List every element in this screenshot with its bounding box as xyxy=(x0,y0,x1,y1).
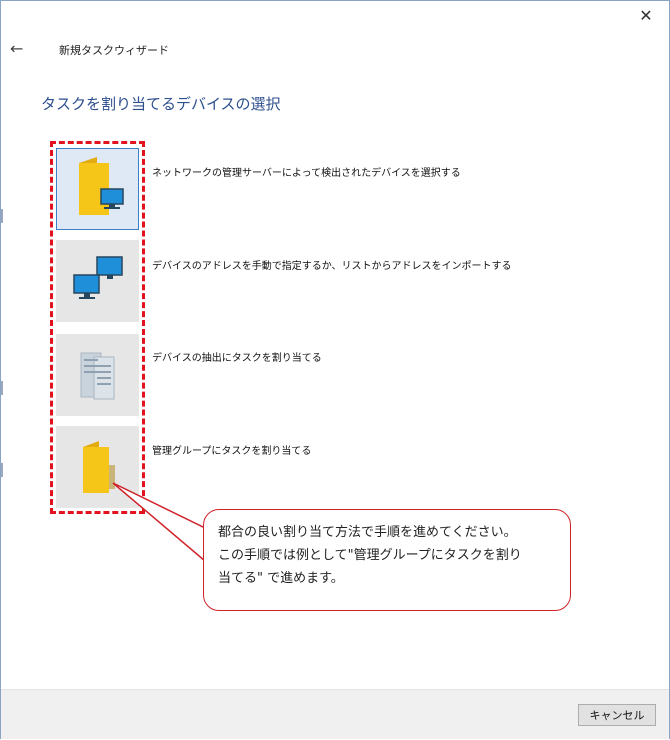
folder-icon xyxy=(83,441,115,493)
back-arrow-icon: ← xyxy=(10,39,24,58)
option-label-admin-group[interactable]: 管理グループにタスクを割り当てる xyxy=(152,442,311,457)
folder-computer-icon xyxy=(79,157,124,215)
computers-network-icon xyxy=(73,256,123,299)
annotation-callout: 都合の良い割り当て方法で手順を進めてください。 この手順では例として"管理グルー… xyxy=(203,509,571,611)
footer-bar xyxy=(1,689,669,739)
callout-text-line: この手順では例として"管理グループにタスクを割り xyxy=(218,548,522,563)
option-label-discovered-devices[interactable]: ネットワークの管理サーバーによって検出されたデバイスを選択する xyxy=(152,164,461,179)
wizard-title: 新規タスクウィザード xyxy=(59,44,169,57)
cancel-button[interactable]: キャンセル xyxy=(578,704,656,726)
callout-text-line: 都合の良い割り当て方法で手順を進めてください。 xyxy=(218,525,517,540)
option-tile-device-selection[interactable] xyxy=(56,334,139,416)
callout-text-line: 当てる" で進めます。 xyxy=(218,571,344,586)
wizard-window: ✕ ← 新規タスクウィザード タスクを割り当てるデバイスの選択 ネットワークの管… xyxy=(0,0,670,739)
device-selection-icon xyxy=(80,352,115,400)
window-edge-mark xyxy=(1,381,3,395)
option-label-manual-address[interactable]: デバイスのアドレスを手動で指定するか、リストからアドレスをインポートする xyxy=(152,257,512,272)
back-button[interactable]: ← xyxy=(10,41,26,57)
close-button[interactable]: ✕ xyxy=(637,7,655,25)
option-label-device-selection[interactable]: デバイスの抽出にタスクを割り当てる xyxy=(152,349,322,364)
window-edge-mark xyxy=(1,463,3,477)
option-tile-manual-address[interactable] xyxy=(56,240,139,322)
option-tile-admin-group[interactable] xyxy=(56,426,139,508)
option-tile-discovered-devices[interactable] xyxy=(56,148,139,230)
close-icon: ✕ xyxy=(639,6,653,25)
window-edge-mark xyxy=(1,209,3,223)
page-title: タスクを割り当てるデバイスの選択 xyxy=(41,95,281,113)
